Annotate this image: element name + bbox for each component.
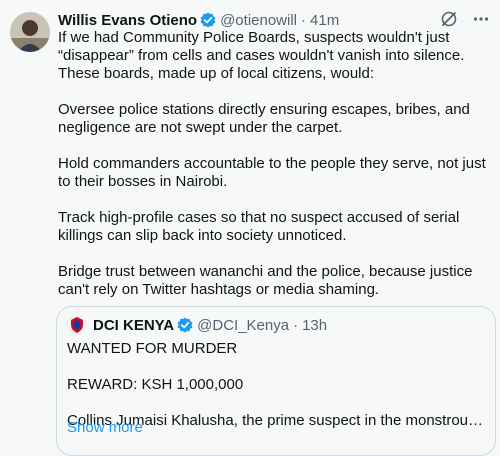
author-handle[interactable]: @otienowill — [220, 12, 297, 29]
separator-dot: · — [301, 11, 307, 29]
tweet-actions — [440, 10, 490, 28]
quote-author-avatar[interactable] — [67, 315, 87, 335]
quoted-tweet[interactable]: DCI KENYA @DCI_Kenya · 13h WANTED FOR MU… — [56, 306, 496, 456]
separator-dot: · — [293, 316, 299, 334]
quote-author-handle[interactable]: @DCI_Kenya — [197, 317, 289, 334]
quote-line: REWARD: KSH 1,000,000 — [67, 376, 244, 393]
quote-author-name[interactable]: DCI KENYA — [93, 317, 174, 334]
quote-header: DCI KENYA @DCI_Kenya · 13h — [67, 315, 327, 335]
author-avatar[interactable] — [10, 12, 50, 52]
tweet-text: If we had Community Police Boards, suspe… — [58, 29, 498, 317]
grok-icon[interactable] — [440, 10, 458, 28]
verified-badge-icon — [200, 12, 216, 28]
tweet-paragraph: Hold commanders accountable to the peopl… — [58, 155, 486, 190]
quote-line: WANTED FOR MURDER — [67, 340, 238, 357]
tweet-paragraph: Bridge trust between wananchi and the po… — [58, 263, 473, 298]
tweet: Willis Evans Otieno @otienowill · 41m If… — [0, 0, 500, 456]
tweet-header: Willis Evans Otieno @otienowill · 41m — [58, 10, 490, 30]
show-more-link[interactable]: Show more — [67, 419, 143, 436]
quote-time[interactable]: 13h — [302, 317, 327, 334]
tweet-time[interactable]: 41m — [310, 12, 339, 29]
tweet-paragraph: If we had Community Police Boards, suspe… — [58, 29, 465, 82]
more-icon[interactable] — [472, 10, 490, 28]
tweet-paragraph: Track high-profile cases so that no susp… — [58, 209, 460, 244]
author-name[interactable]: Willis Evans Otieno — [58, 12, 197, 29]
verified-badge-icon — [177, 317, 193, 333]
tweet-paragraph: Oversee police stations directly ensurin… — [58, 101, 470, 136]
